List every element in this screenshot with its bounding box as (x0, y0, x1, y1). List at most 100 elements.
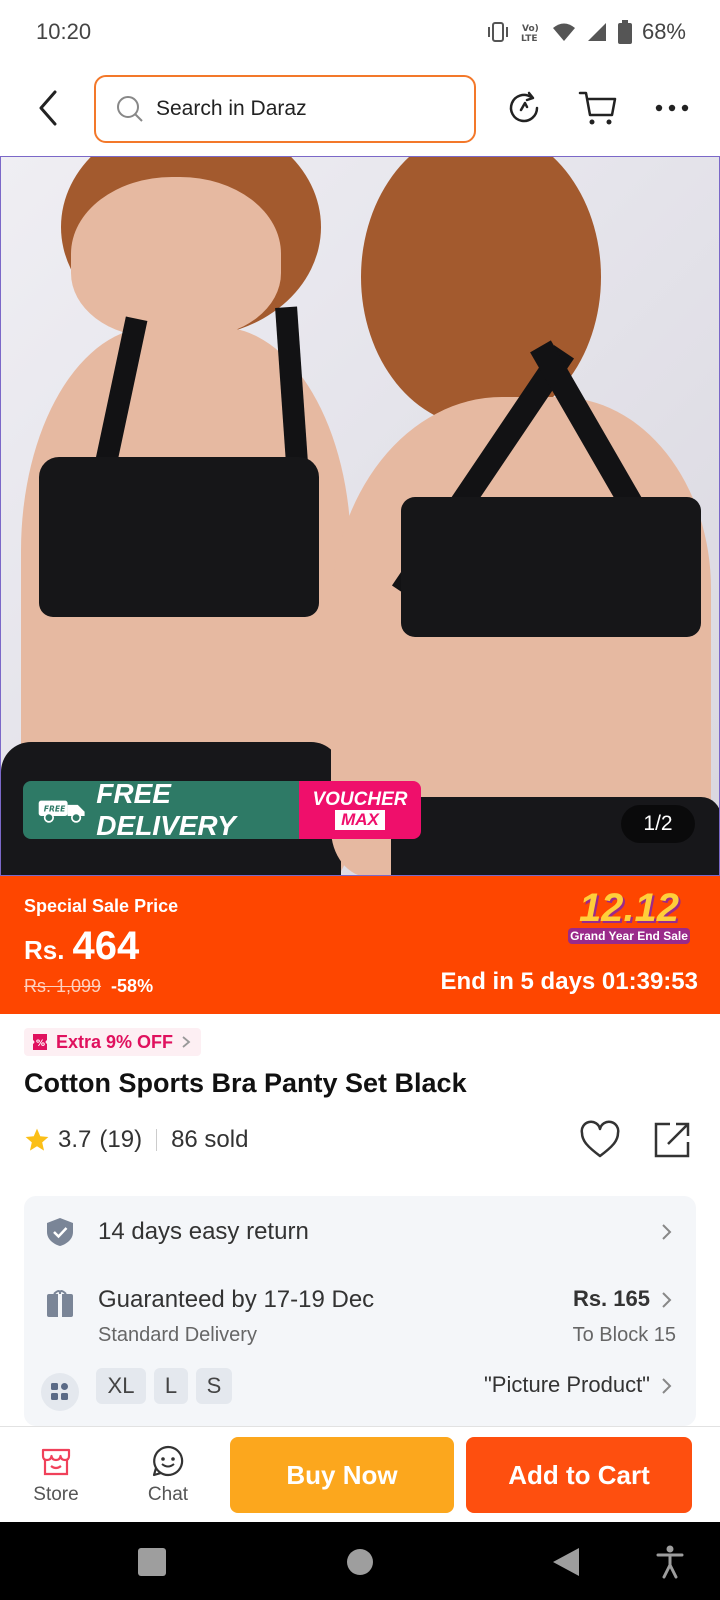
return-row[interactable]: 14 days easy return (24, 1196, 696, 1268)
bottom-action-bar: Store Chat Buy Now Add to Cart (0, 1426, 720, 1522)
free-tag: FREE (44, 805, 66, 814)
chat-label: Chat (147, 1484, 189, 1505)
size-chip-xl[interactable]: XL (96, 1368, 146, 1404)
variant-row[interactable]: XL L S "Picture Product" (24, 1366, 696, 1426)
extra-off-chip[interactable]: % Extra 9% OFF (24, 1028, 202, 1056)
system-back-button[interactable] (546, 1542, 586, 1582)
original-price-row: Rs. 1,099 -58% (24, 976, 153, 997)
service-info-card: 14 days easy return Guaranteed by 17-19 … (24, 1196, 696, 1426)
heart-icon (580, 1120, 620, 1158)
battery-level: 68% (641, 19, 686, 44)
size-chip-l[interactable]: L (154, 1368, 188, 1404)
original-price: Rs. 1,099 (24, 976, 102, 996)
status-bar: 10:20 Vo) LTE 68% (0, 0, 720, 64)
price-row: Rs. 464 (24, 924, 139, 969)
sold-count: 86 sold (171, 1126, 249, 1153)
discount-percent: -58% (111, 976, 154, 996)
product-title: Cotton Sports Bra Panty Set Black (24, 1068, 467, 1098)
search-icon (117, 96, 143, 122)
rating-row[interactable]: 3.7 (19) 86 sold (24, 1126, 248, 1154)
package-icon (47, 1290, 73, 1317)
size-chip-s[interactable]: S (196, 1368, 232, 1404)
return-text: 14 days easy return (98, 1218, 309, 1245)
delivery-date: Guaranteed by 17-19 Dec (98, 1286, 375, 1313)
history-icon (509, 91, 539, 123)
chevron-right-icon (182, 1036, 191, 1048)
vibrate-icon (487, 22, 508, 42)
model-face-left (71, 177, 281, 337)
home-button[interactable] (340, 1542, 380, 1582)
voucher-text: VOUCHER (312, 789, 408, 810)
svg-text:LTE: LTE (521, 34, 538, 43)
chevron-right-icon (662, 1378, 672, 1394)
extra-off-text: Extra 9% OFF (56, 1031, 174, 1052)
back-button[interactable] (28, 86, 68, 130)
top-nav: Search in Daraz (0, 64, 720, 156)
accessibility-icon (656, 1545, 684, 1579)
bra-right (401, 497, 701, 637)
store-button[interactable]: Store (6, 1427, 106, 1523)
wifi-icon (552, 23, 575, 41)
sale-countdown: End in 5 days 01:39:53 (440, 968, 698, 995)
status-icons: Vo) LTE 68% (486, 19, 686, 45)
status-time: 10:20 (36, 19, 92, 44)
store-label: Store (33, 1484, 79, 1505)
share-button[interactable] (650, 1118, 694, 1162)
chevron-right-icon (662, 1224, 672, 1240)
cart-icon (578, 91, 617, 125)
more-button[interactable] (650, 86, 694, 130)
recents-button[interactable] (132, 1542, 172, 1582)
bra-left (39, 457, 319, 617)
add-to-cart-button[interactable]: Add to Cart (466, 1437, 692, 1513)
accessibility-button[interactable] (650, 1542, 690, 1582)
sale-label: Special Sale Price (24, 896, 179, 916)
delivery-row[interactable]: Guaranteed by 17-19 Dec Standard Deliver… (24, 1268, 696, 1354)
home-icon (347, 1549, 373, 1575)
rating-value: 3.7 (58, 1126, 92, 1153)
variant-label: "Picture Product" (483, 1372, 650, 1397)
free-delivery-badge: FREE FREE DELIVERY VOUCHER MAX (23, 781, 421, 839)
back-icon (39, 90, 57, 126)
price-banner: Special Sale Price Rs. 464 Rs. 1,099 -58… (0, 876, 720, 1014)
campaign-subtitle: Grand Year End Sale (568, 928, 690, 944)
campaign-title: 12.12 (578, 886, 680, 930)
store-icon (41, 1448, 71, 1476)
recents-icon (138, 1548, 166, 1576)
volte-icon: Vo)LTE (521, 24, 539, 43)
rating-divider (156, 1129, 158, 1151)
shield-check-icon (47, 1218, 73, 1246)
search-placeholder: Search in Daraz (156, 97, 307, 120)
truck-icon: FREE (38, 800, 85, 823)
cart-button[interactable] (576, 86, 620, 130)
free-delivery-text: FREE DELIVERY (96, 781, 236, 839)
triangle-back-icon (553, 1548, 579, 1576)
voucher-icon: % (33, 1034, 47, 1050)
wishlist-button[interactable] (578, 1118, 622, 1162)
shipping-fee: Rs. 165 (572, 1286, 650, 1311)
campaign-logo: 12.12 Grand Year End Sale (568, 888, 690, 944)
battery-icon (617, 20, 632, 44)
more-icon (655, 104, 689, 112)
system-nav-bar (0, 1522, 720, 1600)
share-icon (654, 1122, 690, 1158)
history-button[interactable] (502, 86, 546, 130)
product-image[interactable]: FREE FREE DELIVERY VOUCHER MAX 1/2 (0, 156, 720, 876)
chevron-right-icon (662, 1292, 672, 1308)
voucher-max-badge: VOUCHER MAX (299, 781, 421, 839)
price-value: 464 (72, 924, 140, 968)
svg-text:%: % (36, 1039, 45, 1049)
price-currency: Rs. (24, 935, 65, 965)
max-text: MAX (335, 810, 385, 830)
chat-icon (152, 1445, 184, 1477)
svg-text:Vo): Vo) (522, 24, 539, 34)
signal-icon (587, 23, 606, 41)
free-delivery-label: FREE FREE DELIVERY (23, 781, 299, 839)
chat-button[interactable]: Chat (118, 1427, 218, 1523)
star-icon (25, 1128, 49, 1151)
buy-now-button[interactable]: Buy Now (230, 1437, 454, 1513)
image-counter: 1/2 (621, 805, 695, 843)
search-input[interactable]: Search in Daraz (94, 75, 476, 143)
delivery-type: Standard Delivery (98, 1324, 257, 1346)
review-count: (19) (99, 1126, 143, 1153)
variants-icon (41, 1373, 79, 1411)
